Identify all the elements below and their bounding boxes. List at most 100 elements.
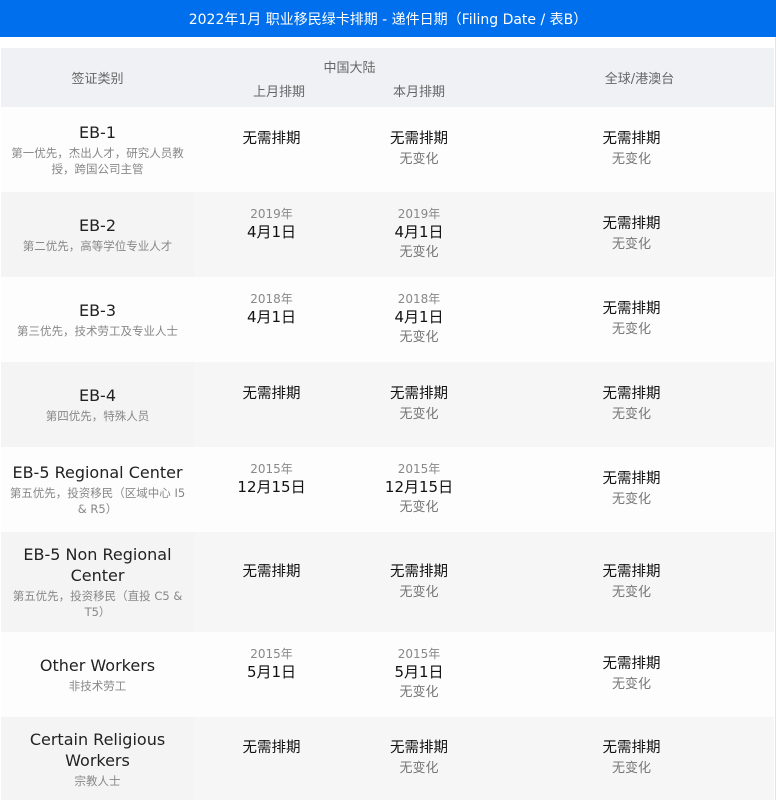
last-month-value: 无需排期 xyxy=(242,386,301,402)
category-name: EB-4 xyxy=(78,386,117,405)
last-month-cell: 2019年 4月1日 xyxy=(194,192,349,277)
global-change: 无变化 xyxy=(611,152,651,167)
this-month-change: 无变化 xyxy=(399,499,439,515)
category-name: Other Workers xyxy=(39,656,156,675)
category-name: Certain Religious Workers xyxy=(29,729,166,770)
global-value: 无需排期 xyxy=(602,301,661,317)
this-month-change: 无变化 xyxy=(399,244,439,260)
this-month-value: 5月1日 xyxy=(394,662,444,681)
category-description: 第三优先，技术劳工及专业人士 xyxy=(17,324,178,338)
this-month-cell: 2019年 4月1日 无变化 xyxy=(349,192,489,277)
this-month-cell: 无需排期 无变化 xyxy=(349,362,489,447)
global-change: 无变化 xyxy=(611,492,651,507)
last-month-cell: 2015年 12月15日 xyxy=(194,447,349,532)
category-name: EB-5 Non Regional Center xyxy=(23,545,172,585)
this-month-cell: 无需排期 无变化 xyxy=(349,532,489,632)
this-month-change: 无变化 xyxy=(399,584,439,600)
last-month-value: 5月1日 xyxy=(246,662,297,681)
last-month-cell: 无需排期 xyxy=(194,362,349,447)
global-cell: 无需排期 无变化 xyxy=(489,362,774,447)
this-month-value: 12月15日 xyxy=(384,477,454,496)
page-title: 2022年1月 职业移民绿卡排期 - 递件日期（Filing Date / 表B… xyxy=(0,0,776,37)
last-month-value: 无需排期 xyxy=(242,131,301,147)
last-month-year: 2019年 xyxy=(250,206,293,221)
category-description: 第五优先，投资移民（区域中心 I5 & R5） xyxy=(9,486,186,516)
table-body: EB-1 第一优先，杰出人才，研究人员教授，跨国公司主管 无需排期 无需排期 无… xyxy=(1,107,774,800)
last-month-value: 无需排期 xyxy=(242,740,301,756)
global-cell: 无需排期 无变化 xyxy=(489,192,774,277)
global-value: 无需排期 xyxy=(602,471,661,487)
last-month-cell: 无需排期 xyxy=(194,532,349,632)
category-cell: Other Workers 非技术劳工 xyxy=(1,632,194,717)
category-cell: Certain Religious Workers 宗教人士 xyxy=(1,717,194,800)
global-value: 无需排期 xyxy=(602,563,661,580)
table-header: 签证类别 中国大陆 上月排期 本月排期 全球/港澳台 xyxy=(1,48,774,107)
this-month-cell: 2018年 4月1日 无变化 xyxy=(349,277,489,362)
global-cell: 无需排期 无变化 xyxy=(489,447,774,532)
table-row: EB-3 第三优先，技术劳工及专业人士 2018年 4月1日 2018年 4月1… xyxy=(1,277,774,362)
category-name: EB-1 xyxy=(78,123,117,142)
category-cell: EB-5 Non Regional Center 第五优先，投资移民（直投 C5… xyxy=(1,532,194,632)
global-change: 无变化 xyxy=(611,761,651,776)
this-month-value: 4月1日 xyxy=(394,307,444,326)
this-month-year: 2015年 xyxy=(397,646,441,661)
last-month-value: 4月1日 xyxy=(246,307,297,326)
global-cell: 无需排期 无变化 xyxy=(489,717,774,800)
last-month-year: 2015年 xyxy=(250,646,293,661)
global-value: 无需排期 xyxy=(602,131,661,147)
last-month-cell: 2015年 5月1日 xyxy=(194,632,349,717)
this-month-value: 无需排期 xyxy=(390,740,448,756)
global-cell: 无需排期 无变化 xyxy=(489,277,774,362)
global-change: 无变化 xyxy=(611,237,651,252)
this-month-change: 无变化 xyxy=(399,761,439,776)
visa-bulletin-table: 签证类别 中国大陆 上月排期 本月排期 全球/港澳台 EB-1 第一优先，杰出人… xyxy=(1,48,774,800)
last-month-value: 无需排期 xyxy=(242,563,301,580)
category-cell: EB-4 第四优先，特殊人员 xyxy=(1,362,194,447)
this-month-cell: 2015年 5月1日 无变化 xyxy=(349,632,489,717)
this-month-value: 无需排期 xyxy=(390,563,448,580)
category-cell: EB-5 Regional Center 第五优先，投资移民（区域中心 I5 &… xyxy=(1,447,194,532)
last-month-value: 4月1日 xyxy=(246,222,297,241)
global-cell: 无需排期 无变化 xyxy=(489,632,774,717)
category-description: 宗教人士 xyxy=(74,773,121,788)
category-name: EB-2 xyxy=(78,216,117,235)
table-row: Other Workers 非技术劳工 2015年 5月1日 2015年 5月1… xyxy=(1,632,774,717)
category-description: 第二优先，高等学位专业人才 xyxy=(22,239,173,253)
last-month-cell: 无需排期 xyxy=(194,717,349,800)
table-row: EB-1 第一优先，杰出人才，研究人员教授，跨国公司主管 无需排期 无需排期 无… xyxy=(1,107,774,192)
last-month-cell: 无需排期 xyxy=(194,107,349,192)
table-row: EB-5 Regional Center 第五优先，投资移民（区域中心 I5 &… xyxy=(1,447,774,532)
this-month-change: 无变化 xyxy=(399,329,439,345)
header-last-month: 上月排期 xyxy=(252,85,305,100)
this-month-year: 2015年 xyxy=(397,461,441,476)
global-value: 无需排期 xyxy=(602,656,661,672)
category-description: 第一优先，杰出人才，研究人员教授，跨国公司主管 xyxy=(11,146,184,176)
this-month-cell: 2015年 12月15日 无变化 xyxy=(349,447,489,532)
global-cell: 无需排期 无变化 xyxy=(489,107,774,192)
this-month-change: 无变化 xyxy=(399,684,439,700)
category-description: 第四优先，特殊人员 xyxy=(45,409,150,423)
last-month-cell: 2018年 4月1日 xyxy=(194,277,349,362)
this-month-value: 无需排期 xyxy=(390,386,448,402)
category-cell: EB-1 第一优先，杰出人才，研究人员教授，跨国公司主管 xyxy=(1,107,194,192)
category-description: 第五优先，投资移民（直投 C5 & T5） xyxy=(12,589,183,619)
table-row: EB-5 Non Regional Center 第五优先，投资移民（直投 C5… xyxy=(1,532,774,632)
global-change: 无变化 xyxy=(611,584,651,600)
header-global: 全球/港澳台 xyxy=(604,72,675,87)
this-month-cell: 无需排期 无变化 xyxy=(349,717,489,800)
category-cell: EB-3 第三优先，技术劳工及专业人士 xyxy=(1,277,194,362)
header-category: 签证类别 xyxy=(71,72,124,87)
this-month-change: 无变化 xyxy=(399,407,439,422)
global-value: 无需排期 xyxy=(602,216,661,232)
header-mainland: 中国大陆 xyxy=(323,61,376,76)
global-value: 无需排期 xyxy=(602,386,661,402)
this-month-change: 无变化 xyxy=(399,152,439,167)
this-month-value: 无需排期 xyxy=(390,131,448,147)
global-value: 无需排期 xyxy=(602,740,661,756)
table-row: Certain Religious Workers 宗教人士 无需排期 无需排期… xyxy=(1,717,774,800)
global-change: 无变化 xyxy=(611,677,651,692)
global-change: 无变化 xyxy=(611,407,651,422)
this-month-year: 2019年 xyxy=(397,206,441,221)
table-row: EB-2 第二优先，高等学位专业人才 2019年 4月1日 2019年 4月1日… xyxy=(1,192,774,277)
this-month-cell: 无需排期 无变化 xyxy=(349,107,489,192)
